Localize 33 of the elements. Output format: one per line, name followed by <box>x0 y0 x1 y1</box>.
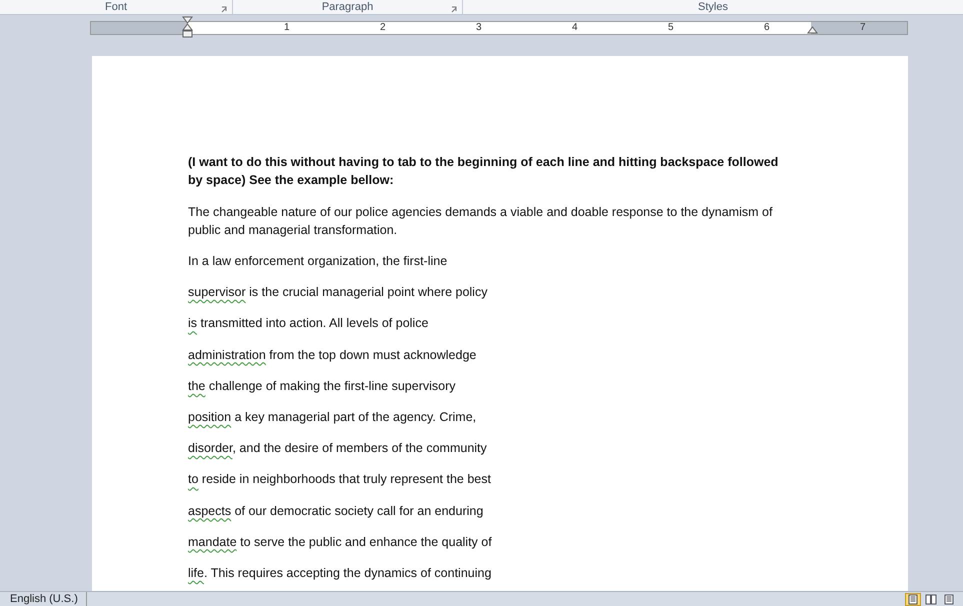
dialog-launcher-icon[interactable] <box>221 6 228 13</box>
ruler-number: 2 <box>380 22 386 34</box>
document-line: aspects of our democratic society call for an enduring <box>188 502 484 520</box>
document-line: position a key managerial part of the agency. Crime, <box>188 408 478 426</box>
ruler-number: 6 <box>764 22 770 34</box>
ribbon-group-label: Styles <box>698 2 728 13</box>
document-line: In a law enforcement organization, the first-line <box>188 253 448 270</box>
view-button[interactable] <box>923 592 939 606</box>
book-icon <box>925 594 937 604</box>
ruler-number: 4 <box>572 22 578 34</box>
dialog-launcher-icon[interactable] <box>451 6 458 13</box>
document-heading: (I want to do this without having to tab to the beginning of each line and hitting backspace followed by space) See the example bellow: <box>188 154 780 189</box>
document-line: disorder, and the desire of members of the community <box>188 440 488 458</box>
document-line: the challenge of making the first-line supervisory <box>188 378 457 395</box>
document-line: supervisor is the crucial managerial point where policy <box>188 284 488 302</box>
ruler-number: 5 <box>668 22 674 34</box>
document-line: to reside in neighborhoods that truly represent the best <box>188 471 492 488</box>
page-icon <box>907 594 919 604</box>
language-indicator[interactable]: English (U.S.) <box>0 592 87 606</box>
ruler-number: 7 <box>860 22 866 34</box>
document-line: life. This requires accepting the dynamics of continuing <box>188 564 492 582</box>
document-line: mandate to serve the public and enhance the quality of <box>188 534 493 551</box>
ruler-number: 3 <box>476 22 482 34</box>
view-button[interactable] <box>905 592 921 606</box>
ribbon-group-label: Font <box>104 2 127 13</box>
ruler-number: 1 <box>284 22 290 34</box>
document-line: is transmitted into action. All levels of police <box>188 315 430 332</box>
right-indent-marker-icon[interactable] <box>807 26 818 34</box>
indent-marker-icon[interactable] <box>182 16 193 38</box>
document-icon <box>943 594 955 604</box>
document-paragraph: The changeable nature of our police agencies demands a viable and doable response to the dynamism of public and managerial transformation. <box>188 204 774 239</box>
document-line: administration from the top down must acknowledge <box>188 346 478 364</box>
ribbon-group-label: Paragraph <box>322 2 374 13</box>
